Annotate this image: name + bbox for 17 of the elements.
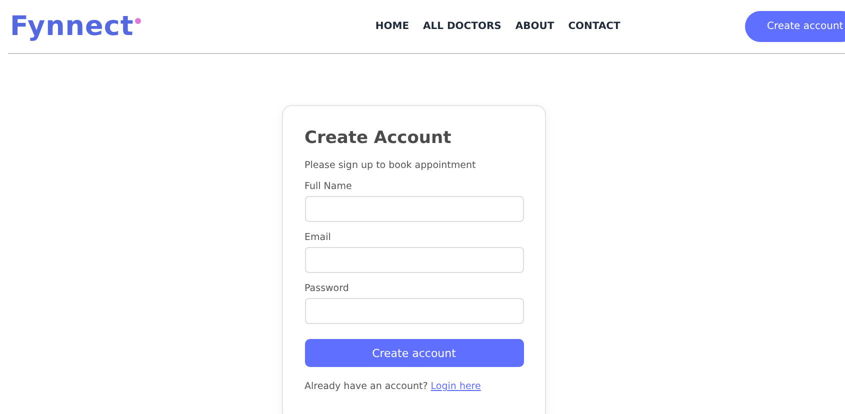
nav-link[interactable]: HOME bbox=[375, 21, 410, 32]
input-field[interactable] bbox=[304, 247, 524, 273]
login-link[interactable]: Login here bbox=[430, 381, 481, 392]
login-prompt: Already have an account? Login here bbox=[304, 381, 482, 392]
create-account-button[interactable]: Create account bbox=[744, 11, 845, 42]
nav-link[interactable]: ALL DOCTORS bbox=[423, 21, 502, 32]
form-subtitle: Please sign up to book appointment bbox=[304, 160, 477, 171]
input-field[interactable] bbox=[304, 298, 524, 324]
logo[interactable]: Fynnect bbox=[10, 11, 141, 42]
field-label: Email bbox=[304, 232, 332, 243]
field-label: Full Name bbox=[304, 181, 353, 192]
field-label: Password bbox=[304, 283, 350, 294]
input-field[interactable] bbox=[304, 196, 524, 222]
submit-button[interactable]: Create account bbox=[304, 339, 524, 367]
nav-link[interactable]: CONTACT bbox=[568, 21, 620, 32]
form-title: Create Account bbox=[304, 128, 452, 148]
nav-link[interactable]: ABOUT bbox=[515, 21, 554, 32]
